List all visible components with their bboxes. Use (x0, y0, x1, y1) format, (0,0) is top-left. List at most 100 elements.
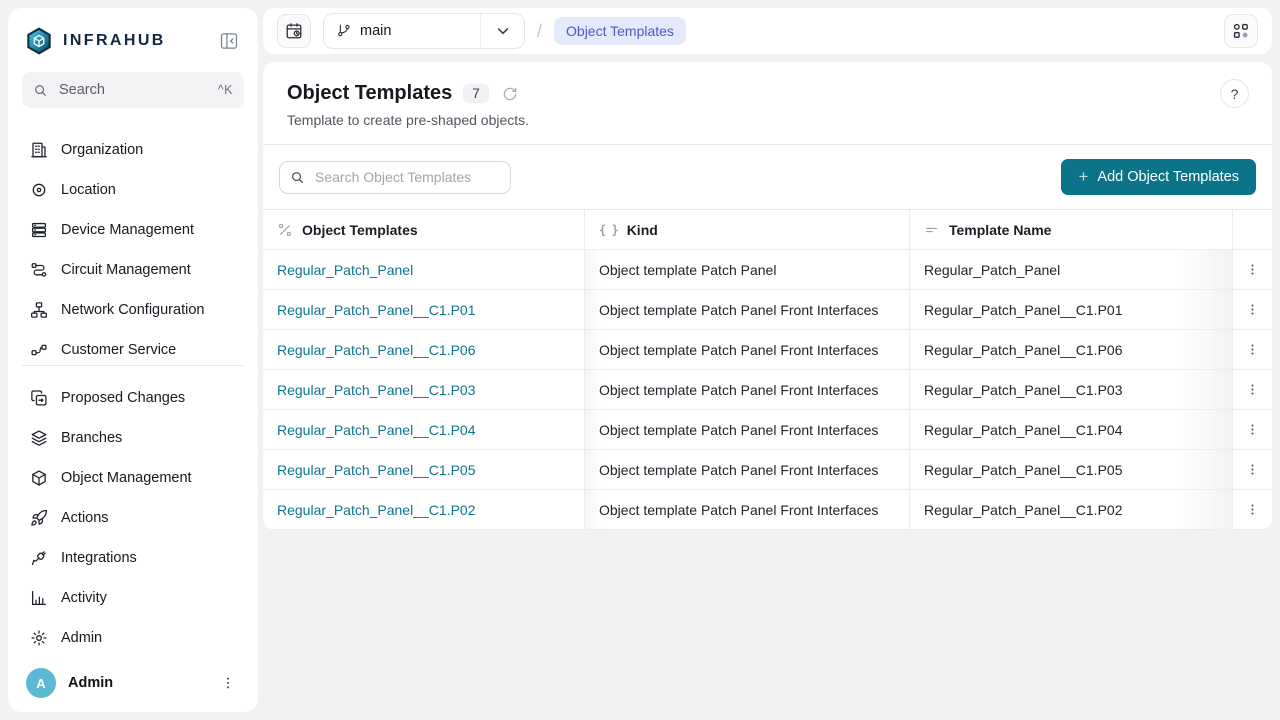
sidebar-divider (22, 365, 244, 366)
menu-label: Device Management (61, 222, 194, 238)
kind-cell: Object template Patch Panel Front Interf… (584, 370, 909, 409)
column-header-actions (1232, 210, 1272, 249)
bar-chart-icon (30, 589, 48, 607)
breadcrumb-separator: / (537, 21, 542, 42)
sidebar-collapse-button[interactable] (216, 28, 242, 54)
table-row[interactable]: Regular_Patch_Panel__C1.P02 Object templ… (263, 490, 1272, 530)
row-menu-button[interactable] (1241, 378, 1264, 401)
cable-icon (30, 341, 48, 358)
row-menu-button[interactable] (1241, 298, 1264, 321)
row-menu-button[interactable] (1241, 258, 1264, 281)
add-button-label: Add Object Templates (1097, 169, 1239, 185)
table-row[interactable]: Regular_Patch_Panel__C1.P01 Object templ… (263, 290, 1272, 330)
refresh-icon (502, 86, 518, 102)
route-icon (30, 261, 48, 279)
breadcrumb-object-templates[interactable]: Object Templates (554, 17, 686, 45)
kind-cell: Object template Patch Panel (584, 250, 909, 289)
rocket-icon (30, 509, 48, 527)
sidebar-item-actions[interactable]: Actions (20, 498, 246, 538)
menu-label: Circuit Management (61, 262, 191, 278)
column-label: Template Name (949, 222, 1051, 238)
object-link[interactable]: Regular_Patch_Panel__C1.P04 (277, 422, 475, 438)
column-header-object-templates[interactable]: Object Templates (263, 210, 584, 249)
user-row: A Admin (20, 664, 246, 700)
braces-icon: { } (599, 223, 618, 237)
help-button[interactable]: ? (1220, 79, 1249, 108)
sidebar-item-object-management[interactable]: Object Management (20, 458, 246, 498)
sidebar-item-branches[interactable]: Branches (20, 418, 246, 458)
main-column: main / Object Templates (263, 8, 1272, 712)
add-object-templates-button[interactable]: + Add Object Templates (1061, 159, 1256, 195)
plug-icon (30, 549, 48, 567)
sidebar-item-circuit-management[interactable]: Circuit Management (20, 250, 246, 290)
sidebar-search-input[interactable] (57, 81, 209, 99)
sidebar-item-admin[interactable]: Admin (20, 618, 246, 658)
column-label: Kind (627, 222, 658, 238)
kind-cell: Object template Patch Panel Front Interf… (584, 490, 909, 529)
menu-label: Integrations (61, 550, 137, 566)
menu-label: Customer Service (61, 342, 176, 358)
template-name-cell: Regular_Patch_Panel__C1.P06 (909, 330, 1232, 369)
app-root: INFRAHUB ^K (0, 0, 1280, 720)
calendar-clock-icon (285, 22, 303, 40)
time-travel-button[interactable] (277, 14, 311, 48)
page-subtitle: Template to create pre-shaped objects. (287, 112, 1248, 128)
location-icon (30, 181, 48, 199)
object-search (279, 161, 511, 194)
row-menu-button[interactable] (1241, 338, 1264, 361)
menu-label: Actions (61, 510, 109, 526)
sidebar-item-proposed-changes[interactable]: Proposed Changes (20, 378, 246, 418)
table-row[interactable]: Regular_Patch_Panel__C1.P06 Object templ… (263, 330, 1272, 370)
menu-label: Location (61, 182, 116, 198)
apps-menu-button[interactable] (1224, 14, 1258, 48)
template-icon (277, 222, 293, 238)
object-link[interactable]: Regular_Patch_Panel__C1.P01 (277, 302, 475, 318)
table-row[interactable]: Regular_Patch_Panel Object template Patc… (263, 250, 1272, 290)
sidebar-search[interactable]: ^K (22, 72, 244, 108)
column-header-template-name[interactable]: Template Name (909, 210, 1232, 249)
menu-label: Network Configuration (61, 302, 204, 318)
plus-icon: + (1078, 167, 1088, 187)
search-icon (290, 170, 305, 185)
kind-cell: Object template Patch Panel Front Interf… (584, 410, 909, 449)
template-name-cell: Regular_Patch_Panel__C1.P01 (909, 290, 1232, 329)
network-icon (30, 301, 48, 319)
table-row[interactable]: Regular_Patch_Panel__C1.P03 Object templ… (263, 370, 1272, 410)
sidebar-item-integrations[interactable]: Integrations (20, 538, 246, 578)
building-icon (30, 141, 48, 159)
sidebar-item-organization[interactable]: Organization (20, 130, 246, 170)
sidebar-menu-primary: Organization Location Device Management (20, 130, 246, 358)
branch-selector[interactable]: main (323, 13, 525, 49)
object-link[interactable]: Regular_Patch_Panel__C1.P02 (277, 502, 475, 518)
column-label: Object Templates (302, 222, 418, 238)
object-search-input[interactable] (313, 168, 500, 186)
row-menu-button[interactable] (1241, 458, 1264, 481)
menu-label: Activity (61, 590, 107, 606)
sidebar: INFRAHUB ^K (8, 8, 258, 712)
sidebar-item-customer-service[interactable]: Customer Service (20, 330, 246, 358)
count-badge: 7 (463, 84, 489, 103)
user-name: Admin (68, 675, 113, 691)
logo-row: INFRAHUB (20, 18, 246, 60)
object-templates-table: Object Templates { } Kind Template Name (263, 209, 1272, 530)
object-link[interactable]: Regular_Patch_Panel__C1.P03 (277, 382, 475, 398)
table-row[interactable]: Regular_Patch_Panel__C1.P04 Object templ… (263, 410, 1272, 450)
content-card: Object Templates 7 Template to create pr… (263, 62, 1272, 530)
object-link[interactable]: Regular_Patch_Panel (277, 262, 413, 278)
sidebar-item-network-configuration[interactable]: Network Configuration (20, 290, 246, 330)
menu-label: Object Management (61, 470, 192, 486)
table-row[interactable]: Regular_Patch_Panel__C1.P05 Object templ… (263, 450, 1272, 490)
sidebar-item-location[interactable]: Location (20, 170, 246, 210)
column-header-kind[interactable]: { } Kind (584, 210, 909, 249)
refresh-button[interactable] (500, 84, 520, 104)
kind-cell: Object template Patch Panel Front Interf… (584, 290, 909, 329)
object-link[interactable]: Regular_Patch_Panel__C1.P05 (277, 462, 475, 478)
sidebar-menu-secondary: Proposed Changes Branches Object Managem… (20, 378, 246, 658)
branch-selector-value: main (324, 23, 480, 39)
row-menu-button[interactable] (1241, 498, 1264, 521)
sidebar-item-activity[interactable]: Activity (20, 578, 246, 618)
row-menu-button[interactable] (1241, 418, 1264, 441)
sidebar-item-device-management[interactable]: Device Management (20, 210, 246, 250)
user-menu-button[interactable] (216, 671, 240, 695)
object-link[interactable]: Regular_Patch_Panel__C1.P06 (277, 342, 475, 358)
